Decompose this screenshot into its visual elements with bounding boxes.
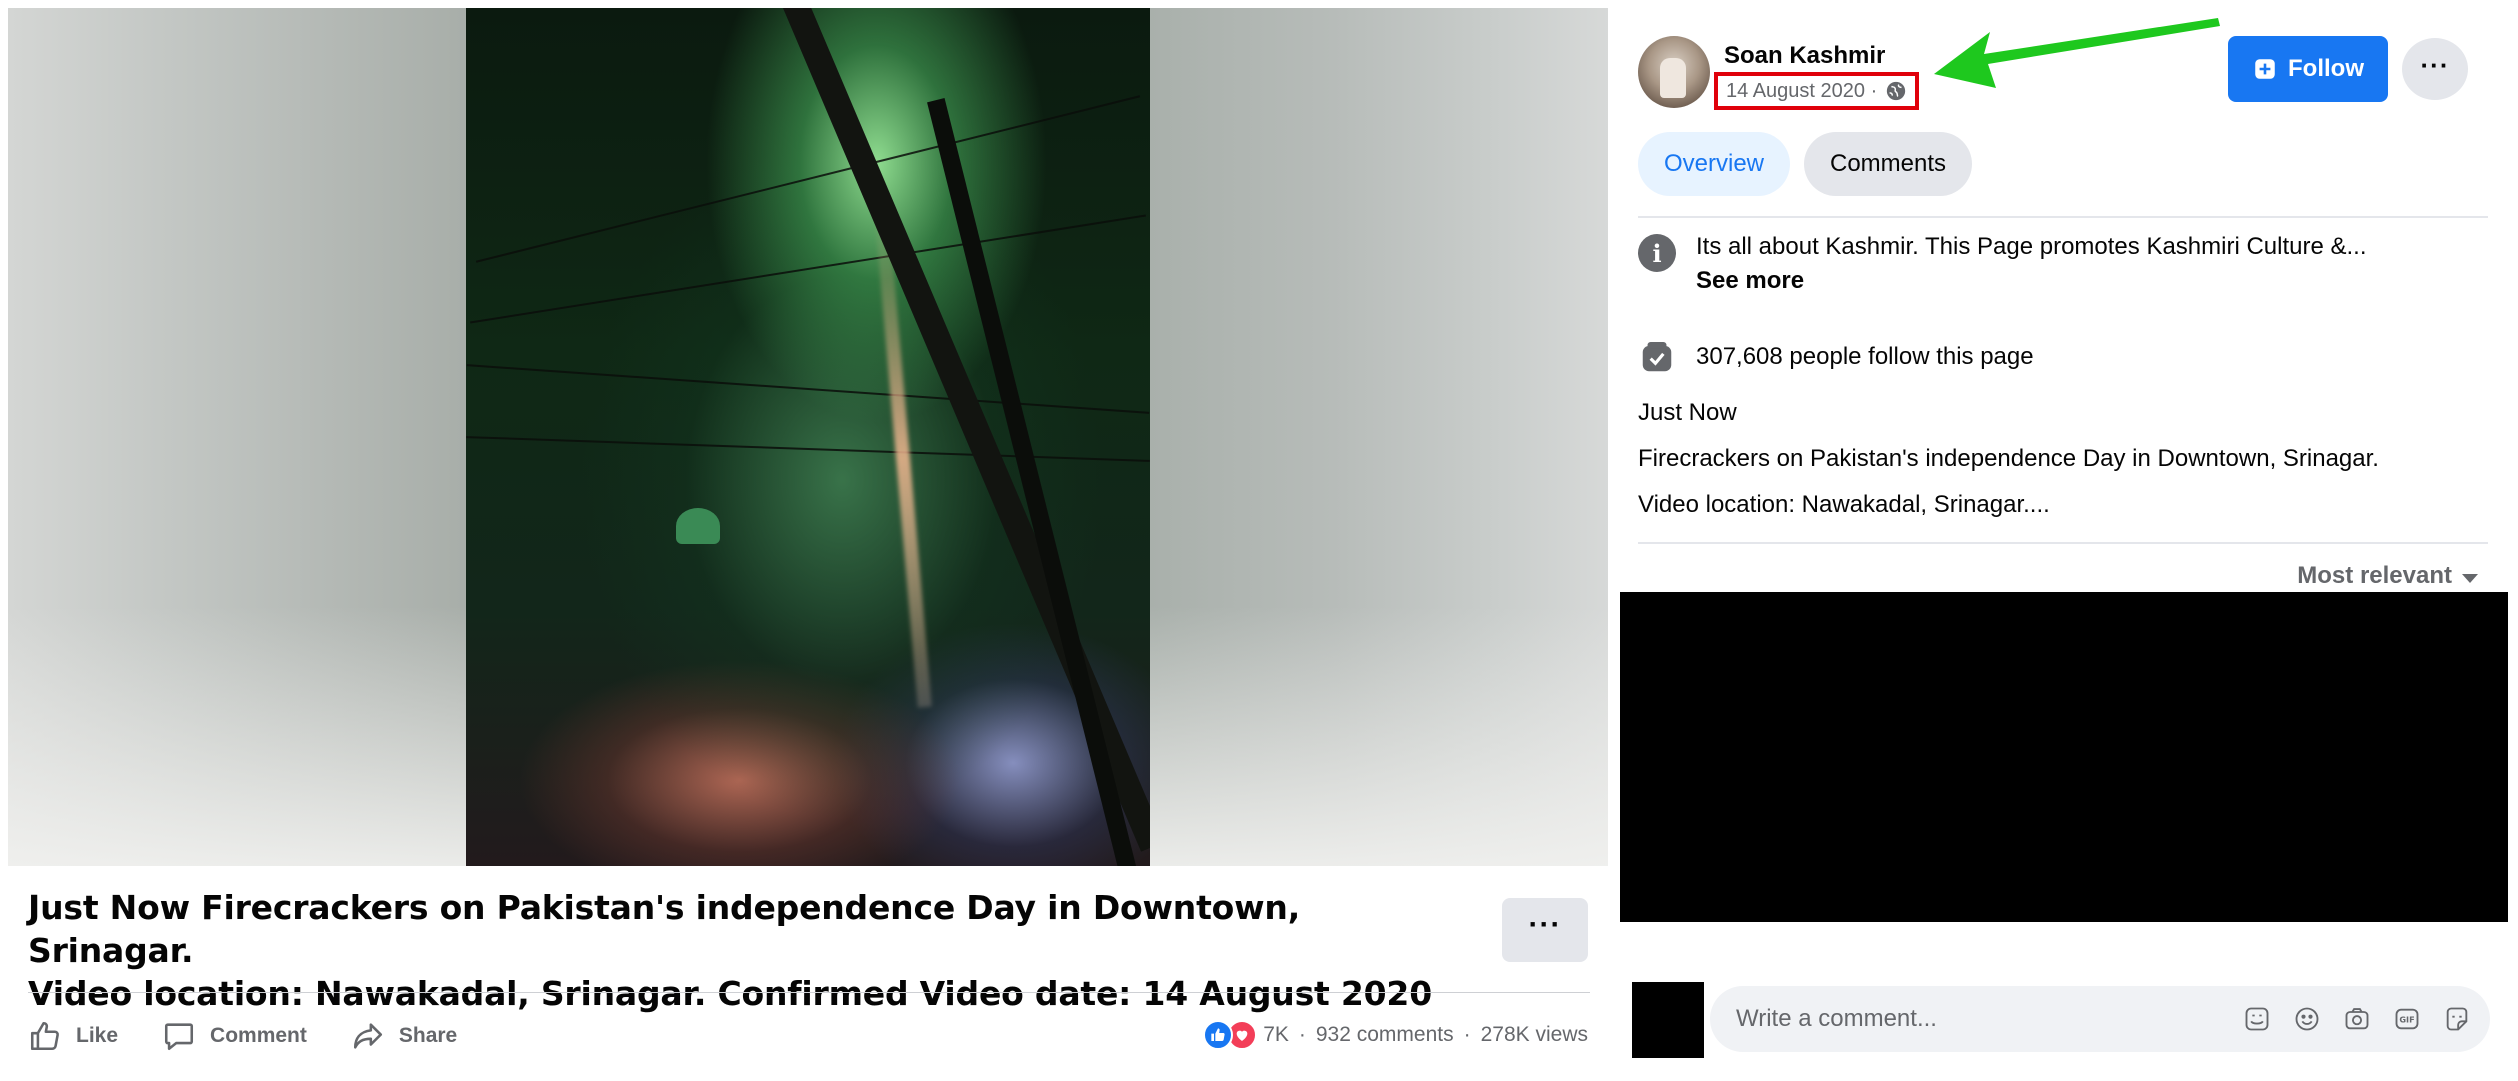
like-label: Like [76, 1024, 119, 1047]
video-blur-right [1150, 8, 1608, 866]
utility-pole [766, 8, 1166, 852]
mosque-dome [676, 508, 720, 544]
sidebar-tabs: Overview Comments [1638, 132, 1986, 196]
avatar-sticker-icon[interactable] [2442, 1004, 2472, 1034]
power-wire [470, 214, 1146, 324]
power-wire [475, 95, 1141, 263]
description-line: Video location: Nawakadal, Srinagar.... [1638, 491, 2050, 518]
followers-info: 307,608 people follow this page [1638, 338, 2034, 376]
divider [1638, 542, 2488, 544]
caption-line: Just Now Firecrackers on Pakistan's inde… [28, 888, 1301, 970]
post-date[interactable]: 14 August 2020 · [1726, 80, 1877, 103]
tab-overview[interactable]: Overview [1638, 132, 1790, 196]
reactions-count[interactable]: 7K [1263, 1023, 1289, 1047]
redacted-comments-area [1620, 592, 2508, 922]
caption-line: Video location: Nawakadal, Srinagar. Con… [28, 974, 1432, 1013]
info-icon: i [1638, 234, 1676, 272]
post-description: Just Now Firecrackers on Pakistan's inde… [1638, 390, 2498, 528]
about-text: Its all about Kashmir. This Page promote… [1696, 230, 2456, 298]
post-sidebar: Soan Kashmir 14 August 2020 · Follow ···… [1610, 0, 2518, 1081]
gif-icon[interactable]: GIF [2392, 1004, 2422, 1034]
followers-count: 307,608 people follow this page [1696, 343, 2034, 370]
about-description: Its all about Kashmir. This Page promote… [1696, 233, 2367, 260]
description-line: Firecrackers on Pakistan's independence … [1638, 445, 2379, 472]
video-frame-content [466, 8, 1166, 866]
separator: · [1463, 1023, 1471, 1046]
comment-sort-dropdown[interactable]: Most relevant [2297, 562, 2478, 590]
annotation-arrow-icon [1934, 18, 2220, 88]
power-wire [466, 436, 1150, 462]
tab-comments[interactable]: Comments [1804, 132, 1972, 196]
share-icon [353, 1023, 382, 1049]
globe-icon [1887, 81, 1906, 101]
description-line: Just Now [1638, 399, 1737, 426]
share-button[interactable]: Share [351, 1019, 457, 1053]
follow-page-plus-icon [2255, 59, 2275, 79]
comment-icon [165, 1023, 194, 1051]
like-button[interactable]: Like [28, 1019, 118, 1053]
post-stats: 7K · 932 comments · 278K views [1203, 1020, 1588, 1050]
emoji-icon[interactable] [2292, 1004, 2322, 1034]
comments-count[interactable]: 932 comments [1316, 1023, 1454, 1047]
like-reaction-icon [1203, 1020, 1234, 1050]
divider [28, 992, 1590, 993]
share-label: Share [398, 1024, 458, 1047]
video-blur-left [8, 8, 466, 866]
page-more-options-button[interactable]: ··· [2402, 38, 2468, 100]
sticker-icon[interactable] [2242, 1004, 2272, 1034]
comment-button[interactable]: Comment [162, 1019, 307, 1053]
follow-label: Follow [2288, 55, 2364, 82]
comment-placeholder: Write a comment... [1736, 1005, 1937, 1032]
views-count: 278K views [1480, 1023, 1588, 1046]
follow-button[interactable]: Follow [2228, 36, 2388, 102]
sort-label: Most relevant [2297, 562, 2452, 589]
post-more-options-button[interactable]: ··· [1502, 898, 1588, 962]
page-avatar[interactable] [1638, 36, 1710, 108]
reactions-summary[interactable] [1203, 1020, 1258, 1050]
post-actions: Like Comment Share [28, 1012, 501, 1060]
power-wire [466, 364, 1150, 414]
page-name-link[interactable]: Soan Kashmir [1724, 42, 1885, 70]
post-caption: Just Now Firecrackers on Pakistan's inde… [28, 886, 1448, 1015]
camera-icon[interactable] [2342, 1004, 2372, 1034]
about-section: i Its all about Kashmir. This Page promo… [1638, 230, 2456, 298]
user-avatar [1632, 982, 1704, 1058]
divider [1638, 216, 2488, 218]
separator: · [1298, 1023, 1306, 1046]
see-more-link[interactable]: See more [1696, 264, 2456, 298]
comment-input[interactable]: Write a comment... GIF [1710, 986, 2490, 1052]
follow-page-icon [1642, 341, 1672, 372]
video-player[interactable] [8, 8, 1608, 866]
like-icon [30, 1021, 59, 1051]
post-timestamp-highlight[interactable]: 14 August 2020 · [1714, 72, 1920, 110]
chevron-down-icon [2462, 573, 2478, 583]
comment-tools: GIF [2222, 1004, 2490, 1034]
svg-text:GIF: GIF [2399, 1015, 2414, 1025]
comment-label: Comment [210, 1024, 307, 1047]
